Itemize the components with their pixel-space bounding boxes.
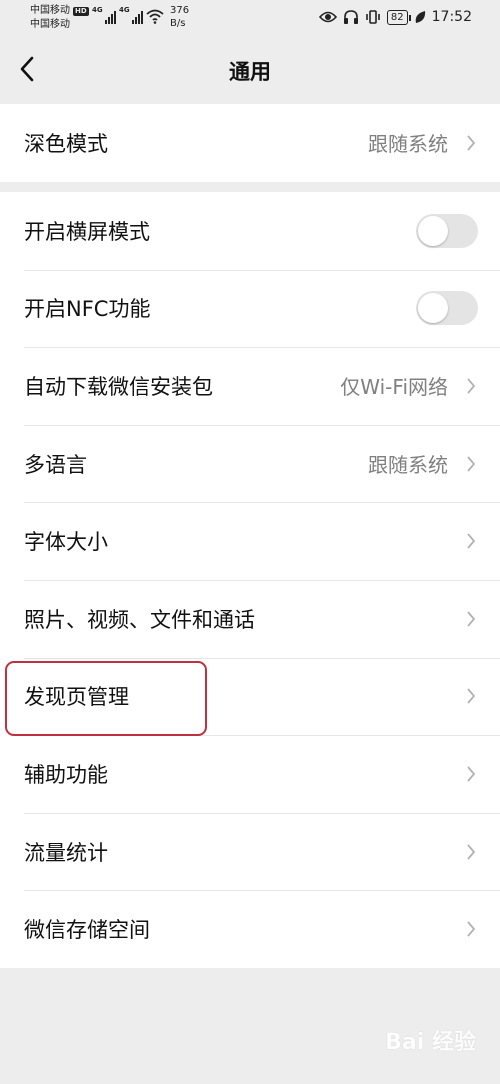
dark-mode-item[interactable]: 深色模式 跟随系统 xyxy=(0,104,500,182)
net-speed-value: 376 xyxy=(170,5,190,16)
carrier-name-2: 中国移动 xyxy=(30,19,70,30)
item-label: 字体大小 xyxy=(24,530,108,555)
status-bar: 中国移动 HD 中国移动 4G 4G 376 B/s 82 17:52 xyxy=(0,0,500,38)
chevron-right-icon xyxy=(467,135,476,151)
data-usage-item[interactable]: 流量统计 xyxy=(0,812,500,891)
chevron-right-icon xyxy=(467,921,476,937)
item-value: 跟随系统 xyxy=(368,453,448,478)
chevron-right-icon xyxy=(467,843,476,860)
nfc-item: 开启NFC功能 xyxy=(0,269,500,348)
item-label: 流量统计 xyxy=(24,840,108,865)
settings-group-general: 开启横屏模式 开启NFC功能 自动下载微信安装包 仅Wi-Fi网络 多语言 跟随… xyxy=(0,192,500,968)
landscape-mode-toggle[interactable] xyxy=(416,213,478,248)
page-title: 通用 xyxy=(229,60,271,84)
clock: 17:52 xyxy=(431,9,472,25)
signal-icon-2: 4G xyxy=(119,6,143,24)
hd-badge: HD xyxy=(73,6,89,16)
net-speed-unit: B/s xyxy=(170,18,186,29)
accessibility-item[interactable]: 辅助功能 xyxy=(0,735,500,813)
item-value: 仅Wi-Fi网络 xyxy=(340,375,448,400)
toggle-knob xyxy=(418,293,448,324)
item-label: 照片、视频、文件和通话 xyxy=(24,607,255,632)
item-label: 深色模式 xyxy=(24,131,108,156)
leaf-icon xyxy=(415,11,425,23)
toggle-knob xyxy=(418,215,448,246)
net-speed: 376 B/s xyxy=(170,4,189,30)
item-label: 开启横屏模式 xyxy=(24,219,150,244)
nfc-toggle[interactable] xyxy=(416,291,478,326)
item-label: 多语言 xyxy=(24,452,87,477)
signal-icon-1: 4G xyxy=(92,6,116,24)
baidu-watermark: Bai 经验 xyxy=(385,1030,476,1055)
wifi-icon xyxy=(146,9,164,24)
chevron-right-icon xyxy=(467,611,476,627)
discover-management-item[interactable]: 发现页管理 xyxy=(0,657,500,736)
status-right: 82 17:52 xyxy=(318,9,472,25)
landscape-mode-item: 开启横屏模式 xyxy=(0,192,500,270)
item-label: 开启NFC功能 xyxy=(24,297,151,322)
font-size-item[interactable]: 字体大小 xyxy=(0,502,500,580)
item-label: 自动下载微信安装包 xyxy=(24,374,213,399)
headphones-icon xyxy=(343,10,358,24)
chevron-right-icon xyxy=(467,766,476,782)
storage-item[interactable]: 微信存储空间 xyxy=(0,890,500,968)
battery-icon: 82 xyxy=(386,9,411,25)
settings-group-display: 深色模式 跟随系统 xyxy=(0,104,500,182)
chevron-right-icon xyxy=(467,455,476,472)
auto-download-item[interactable]: 自动下载微信安装包 仅Wi-Fi网络 xyxy=(0,347,500,425)
carrier-info: 中国移动 HD 中国移动 xyxy=(30,4,89,32)
chevron-right-icon xyxy=(467,378,476,394)
network-type-1: 4G xyxy=(92,6,103,14)
item-label: 发现页管理 xyxy=(24,685,129,710)
media-calls-item[interactable]: 照片、视频、文件和通话 xyxy=(0,579,500,658)
item-label: 辅助功能 xyxy=(24,762,108,787)
chevron-right-icon xyxy=(467,688,476,704)
chevron-right-icon xyxy=(467,533,476,549)
language-item[interactable]: 多语言 跟随系统 xyxy=(0,424,500,503)
nav-bar: 通用 xyxy=(0,38,500,102)
item-label: 微信存储空间 xyxy=(24,918,150,943)
carrier-name-1: 中国移动 xyxy=(30,5,70,16)
network-type-2: 4G xyxy=(119,6,130,14)
eye-icon xyxy=(318,11,337,23)
vibrate-icon xyxy=(366,10,380,24)
item-value: 跟随系统 xyxy=(368,132,448,157)
